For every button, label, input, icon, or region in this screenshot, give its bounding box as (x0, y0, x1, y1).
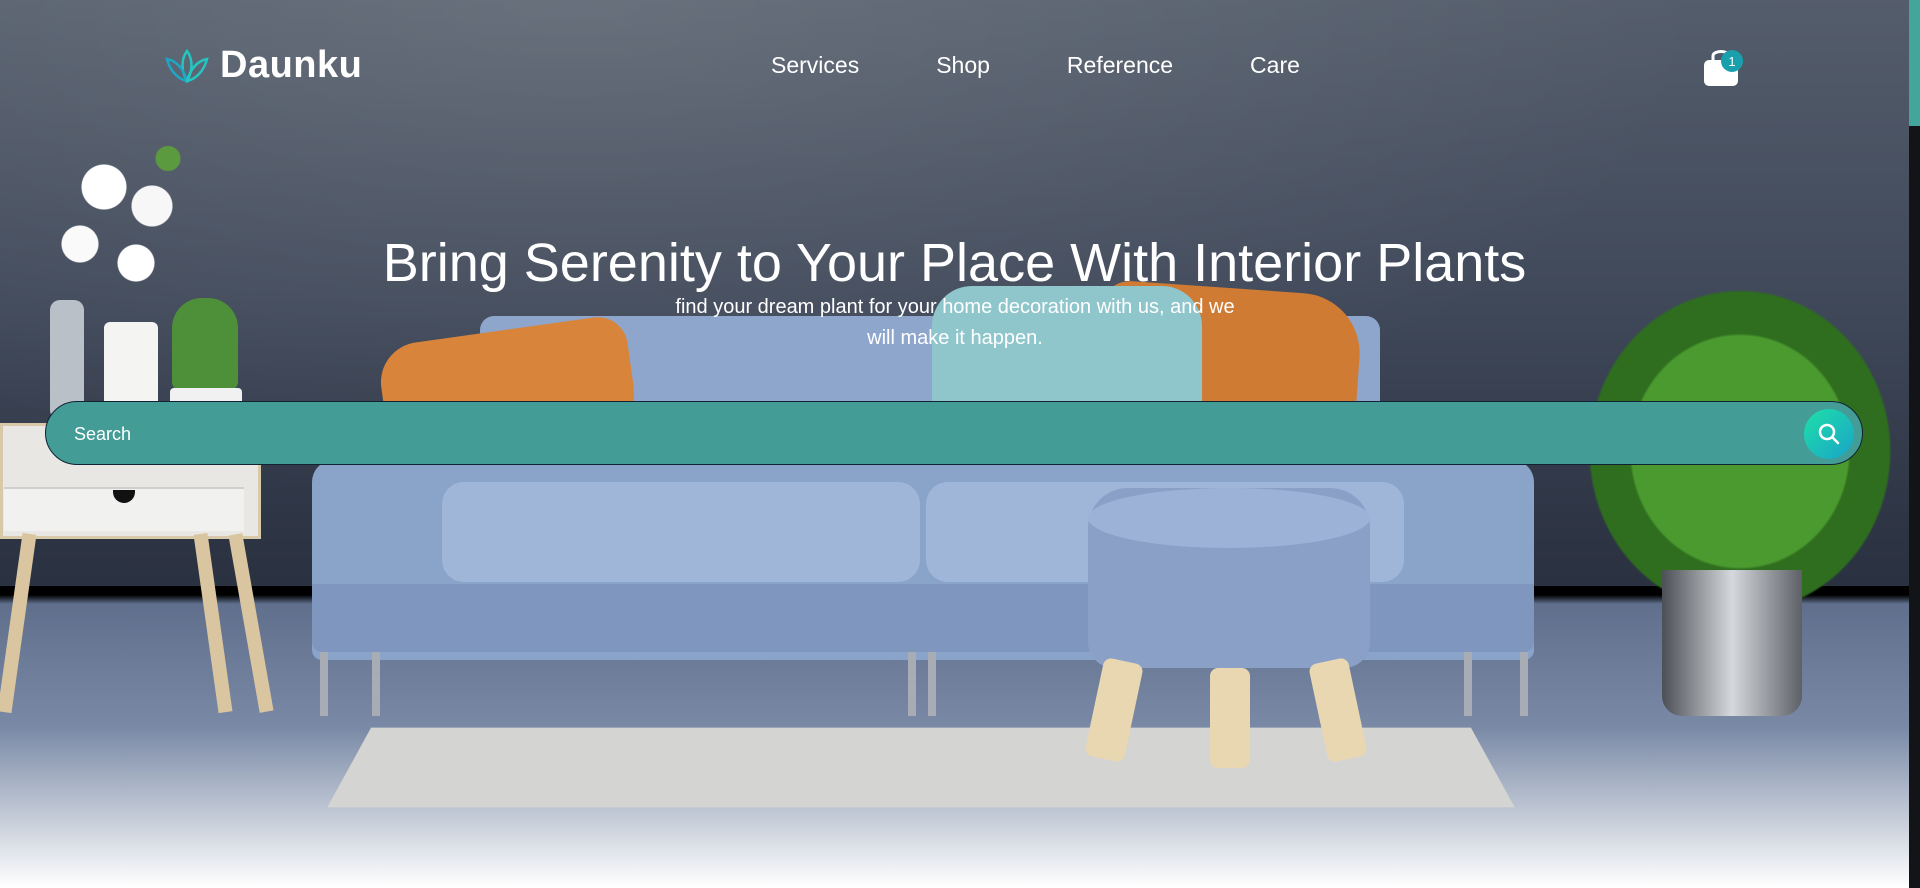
scrollbar-thumb[interactable] (1909, 0, 1920, 126)
cactus-image (172, 298, 238, 390)
nav-care[interactable]: Care (1250, 52, 1300, 79)
lotus-icon (164, 47, 210, 85)
search-icon (1818, 423, 1840, 445)
cart-count-badge: 1 (1721, 50, 1743, 72)
site-header: Daunku Services Shop Reference Care 1 (0, 0, 1909, 130)
nav-shop[interactable]: Shop (936, 52, 990, 79)
search-input[interactable] (72, 418, 1776, 450)
search-button[interactable] (1804, 409, 1854, 459)
nav-services[interactable]: Services (771, 52, 859, 79)
hero-title: Bring Serenity to Your Place With Interi… (382, 233, 1527, 294)
scrollbar[interactable] (1909, 0, 1920, 888)
nav-reference[interactable]: Reference (1067, 52, 1173, 79)
logo[interactable]: Daunku (164, 44, 362, 87)
search-bar (45, 401, 1863, 465)
main-nav: Services Shop Reference Care (771, 52, 1377, 79)
hero-subtitle: find your dream plant for your home deco… (675, 296, 1235, 349)
brand-name: Daunku (220, 44, 363, 86)
